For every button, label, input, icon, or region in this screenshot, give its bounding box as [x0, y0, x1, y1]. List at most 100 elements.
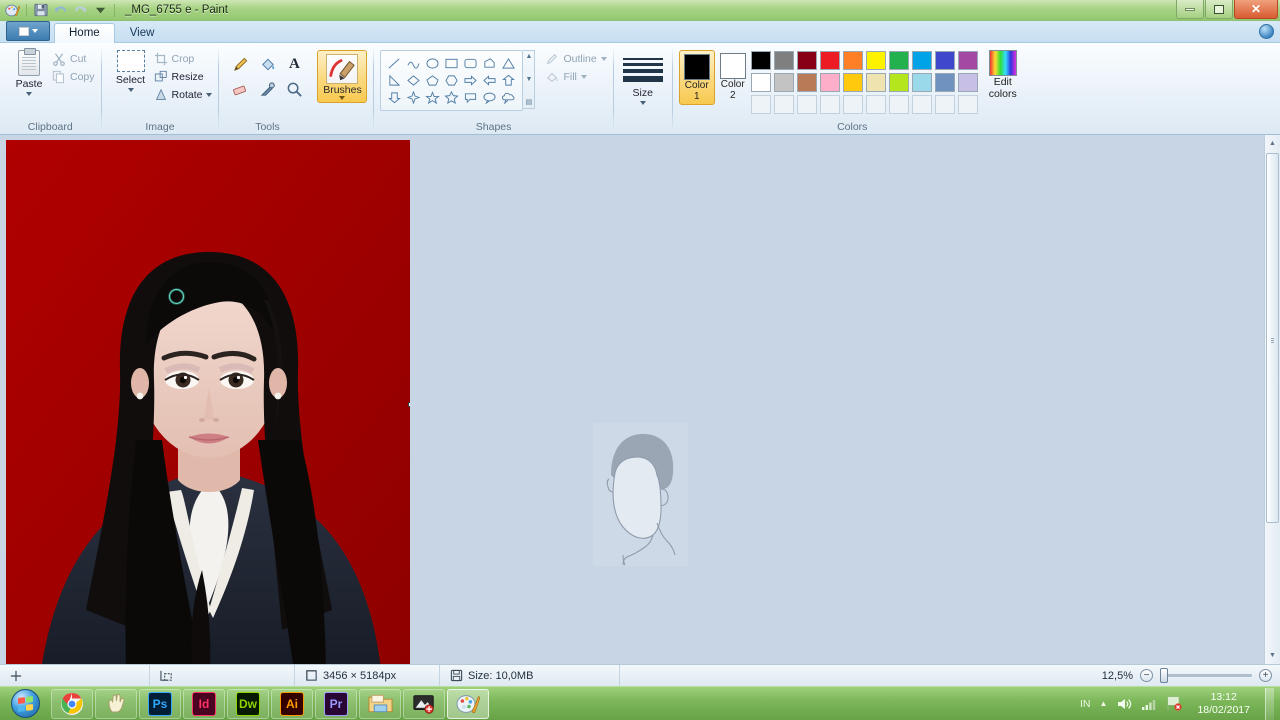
chevron-down-icon[interactable] [600, 57, 607, 61]
chevron-down-icon[interactable] [206, 93, 213, 97]
color-swatch-2-9[interactable] [934, 73, 955, 92]
taskbar-photoshop[interactable]: Ps [139, 688, 181, 719]
resize-button[interactable]: Resize [154, 70, 213, 84]
color-swatch-2-6[interactable] [865, 73, 886, 92]
color-swatch-3-8[interactable] [911, 95, 932, 114]
title-bar[interactable]: _MG_6755 e - Paint ✕ [0, 0, 1280, 21]
color-palette[interactable] [750, 46, 980, 116]
color-swatch-1-4[interactable] [819, 51, 840, 70]
shape-rounded-callout[interactable] [461, 89, 480, 106]
undo-icon[interactable] [52, 2, 69, 19]
language-indicator[interactable]: IN [1080, 698, 1091, 710]
color-picker-tool-icon[interactable] [254, 77, 280, 101]
cut-button[interactable]: Cut [52, 52, 95, 66]
shape-triangle[interactable] [499, 55, 518, 72]
app-menu-button[interactable] [6, 21, 50, 41]
volume-icon[interactable] [1116, 697, 1132, 711]
color-swatch-1-6[interactable] [865, 51, 886, 70]
shape-polygon[interactable] [480, 55, 499, 72]
color-swatch-3-4[interactable] [819, 95, 840, 114]
color-swatch-3-5[interactable] [842, 95, 863, 114]
customize-qat-icon[interactable] [92, 2, 109, 19]
help-icon[interactable] [1259, 24, 1274, 39]
vertical-scrollbar[interactable]: ▲ ▼ [1264, 135, 1280, 664]
rotate-button[interactable]: Rotate [154, 88, 213, 102]
canvas-work-area[interactable]: ▲ ▼ [0, 135, 1280, 664]
scroll-up-icon[interactable]: ▲ [1265, 135, 1280, 152]
magnifier-tool-icon[interactable] [281, 77, 307, 101]
shape-up-arrow[interactable] [499, 72, 518, 89]
scrollbar-thumb[interactable] [1266, 153, 1279, 523]
taskbar-photo-viewer[interactable] [403, 688, 445, 719]
color-swatch-2-8[interactable] [911, 73, 932, 92]
color-swatch-1-7[interactable] [888, 51, 909, 70]
save-icon[interactable] [32, 2, 49, 19]
zoom-in-button[interactable]: + [1259, 669, 1272, 682]
color-swatch-3-1[interactable] [750, 95, 771, 114]
taskbar-paint[interactable] [447, 688, 489, 719]
paint-app-icon[interactable] [4, 2, 21, 19]
minimize-button[interactable] [1176, 0, 1204, 19]
eraser-tool-icon[interactable] [227, 77, 253, 101]
tab-home[interactable]: Home [54, 23, 115, 43]
chevron-down-icon[interactable] [580, 75, 587, 79]
fill-button[interactable]: Fill [545, 70, 606, 84]
zoom-slider-thumb[interactable] [1160, 668, 1168, 683]
color-swatch-2-4[interactable] [819, 73, 840, 92]
color-swatch-3-2[interactable] [773, 95, 794, 114]
color-swatch-1-1[interactable] [750, 51, 771, 70]
edit-colors-button[interactable]: Edit colors [980, 46, 1026, 100]
restore-button[interactable] [1205, 0, 1233, 19]
crop-button[interactable]: Crop [154, 52, 213, 66]
show-hidden-icons[interactable]: ▲ [1100, 699, 1108, 708]
taskbar-indesign[interactable]: Id [183, 688, 225, 719]
taskbar-explorer[interactable] [359, 688, 401, 719]
select-button[interactable]: Select [108, 46, 154, 92]
color-swatch-3-6[interactable] [865, 95, 886, 114]
expand-gallery-icon[interactable]: ▤ [526, 99, 533, 106]
shape-cloud-callout[interactable] [499, 89, 518, 106]
fill-tool-icon[interactable] [254, 52, 280, 76]
canvas-resize-handle-right[interactable] [408, 402, 410, 407]
color-swatch-1-3[interactable] [796, 51, 817, 70]
color-swatch-3-10[interactable] [957, 95, 978, 114]
shape-left-arrow[interactable] [480, 72, 499, 89]
color-swatch-3-3[interactable] [796, 95, 817, 114]
shape-down-arrow[interactable] [385, 89, 404, 106]
shape-right-arrow[interactable] [461, 72, 480, 89]
shape-right-triangle[interactable] [385, 72, 404, 89]
shape-oval[interactable] [423, 55, 442, 72]
chevron-down-icon[interactable]: ▼ [525, 76, 532, 83]
color-swatch-2-3[interactable] [796, 73, 817, 92]
shape-four-point-star[interactable] [404, 89, 423, 106]
zoom-slider[interactable] [1160, 668, 1252, 683]
color-swatch-2-2[interactable] [773, 73, 794, 92]
redo-icon[interactable] [72, 2, 89, 19]
shape-rectangle[interactable] [442, 55, 461, 72]
chevron-down-icon[interactable] [127, 88, 134, 92]
color-swatch-1-10[interactable] [957, 51, 978, 70]
pencil-tool-icon[interactable] [227, 52, 253, 76]
shape-hexagon[interactable] [442, 72, 461, 89]
color-swatch-2-1[interactable] [750, 73, 771, 92]
tab-view[interactable]: View [115, 23, 170, 43]
outline-button[interactable]: Outline [545, 52, 607, 66]
shape-six-point-star[interactable] [442, 89, 461, 106]
shapes-gallery[interactable] [380, 50, 524, 111]
color-swatch-1-9[interactable] [934, 51, 955, 70]
start-button[interactable] [0, 688, 50, 720]
chevron-down-icon[interactable] [26, 92, 32, 96]
shape-pentagon[interactable] [423, 72, 442, 89]
color-1-button[interactable]: Color 1 [678, 50, 715, 105]
shape-rounded-rectangle[interactable] [461, 55, 480, 72]
taskbar-illustrator[interactable]: Ai [271, 688, 313, 719]
show-desktop-button[interactable] [1265, 687, 1274, 720]
shape-diamond[interactable] [404, 72, 423, 89]
color-swatch-2-7[interactable] [888, 73, 909, 92]
text-tool-icon[interactable]: A [281, 52, 307, 76]
close-button[interactable]: ✕ [1234, 0, 1278, 19]
color-swatch-1-2[interactable] [773, 51, 794, 70]
copy-button[interactable]: Copy [52, 70, 95, 84]
action-center-flag-icon[interactable] [1166, 696, 1183, 711]
color-swatch-1-5[interactable] [842, 51, 863, 70]
